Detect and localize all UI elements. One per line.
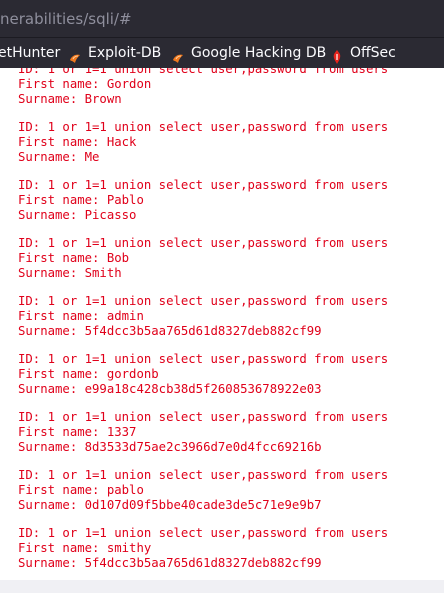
bookmark-exploit-db[interactable]: Exploit-DB [68,38,161,68]
result-surname: Surname: 8d3533d75ae2c3966d7e0d4fcc69216… [18,440,322,454]
result-first-name: First name: pablo [18,483,144,497]
bookmarks-toolbar: etHunter Exploit-DB Google Hacking DB Of… [0,38,444,68]
bookmark-label: Google Hacking DB [191,45,327,61]
result-surname: Surname: Me [18,150,100,164]
result-first-name: First name: 1337 [18,425,137,439]
result-block: ID: 1 or 1=1 union select user,password … [18,120,388,178]
result-block: ID: 1 or 1=1 union select user,password … [18,352,388,410]
page-bottom-strip [0,580,444,593]
offsec-icon [330,46,344,64]
result-block: ID: 1 or 1=1 union select user,password … [18,294,388,352]
bookmark-google-hacking-db[interactable]: Google Hacking DB [171,38,326,68]
result-block: ID: 1 or 1=1 union select user,password … [18,68,388,120]
result-id: ID: 1 or 1=1 union select user,password … [18,352,389,366]
exploit-db-icon [171,46,185,63]
result-block: ID: 1 or 1=1 union select user,password … [18,410,388,468]
result-surname: Surname: e99a18c428cb38d5f260853678922e0… [18,382,322,396]
result-first-name: First name: gordonb [18,367,159,381]
result-id: ID: 1 or 1=1 union select user,password … [18,410,389,424]
result-first-name: First name: Gordon [18,77,152,91]
result-id: ID: 1 or 1=1 union select user,password … [18,294,389,308]
result-id: ID: 1 or 1=1 union select user,password … [18,468,389,482]
result-id: ID: 1 or 1=1 union select user,password … [18,526,389,540]
result-block: ID: 1 or 1=1 union select user,password … [18,526,388,580]
result-surname: Surname: Picasso [18,208,137,222]
bookmark-label: OffSec [350,45,396,61]
result-first-name: First name: admin [18,309,144,323]
result-first-name: First name: Pablo [18,193,144,207]
bookmark-offsec[interactable]: OffSec [330,38,396,68]
url-bar[interactable]: nerabilities/sqli/# [0,0,444,38]
bookmark-label: Exploit-DB [88,45,162,61]
result-surname: Surname: Smith [18,266,122,280]
result-block: ID: 1 or 1=1 union select user,password … [18,236,388,294]
bookmark-label: etHunter [0,45,61,61]
bookmark-nethunter[interactable]: etHunter [0,38,60,68]
result-first-name: First name: smithy [18,541,152,555]
result-surname: Surname: 5f4dcc3b5aa765d61d8327deb882cf9… [18,556,322,570]
url-text[interactable]: nerabilities/sqli/# [0,8,132,30]
page-content: ID: 1 or 1=1 union select user,password … [0,68,444,580]
result-surname: Surname: 0d107d09f5bbe40cade3de5c71e9e9b… [18,498,322,512]
result-id: ID: 1 or 1=1 union select user,password … [18,120,389,134]
exploit-db-icon [68,46,82,63]
result-surname: Surname: 5f4dcc3b5aa765d61d8327deb882cf9… [18,324,322,338]
result-id: ID: 1 or 1=1 union select user,password … [18,68,389,76]
sqli-results: ID: 1 or 1=1 union select user,password … [18,68,388,580]
result-first-name: First name: Hack [18,135,137,149]
result-first-name: First name: Bob [18,251,130,265]
result-id: ID: 1 or 1=1 union select user,password … [18,236,389,250]
result-surname: Surname: Brown [18,92,122,106]
result-block: ID: 1 or 1=1 union select user,password … [18,178,388,236]
result-block: ID: 1 or 1=1 union select user,password … [18,468,388,526]
result-id: ID: 1 or 1=1 union select user,password … [18,178,389,192]
